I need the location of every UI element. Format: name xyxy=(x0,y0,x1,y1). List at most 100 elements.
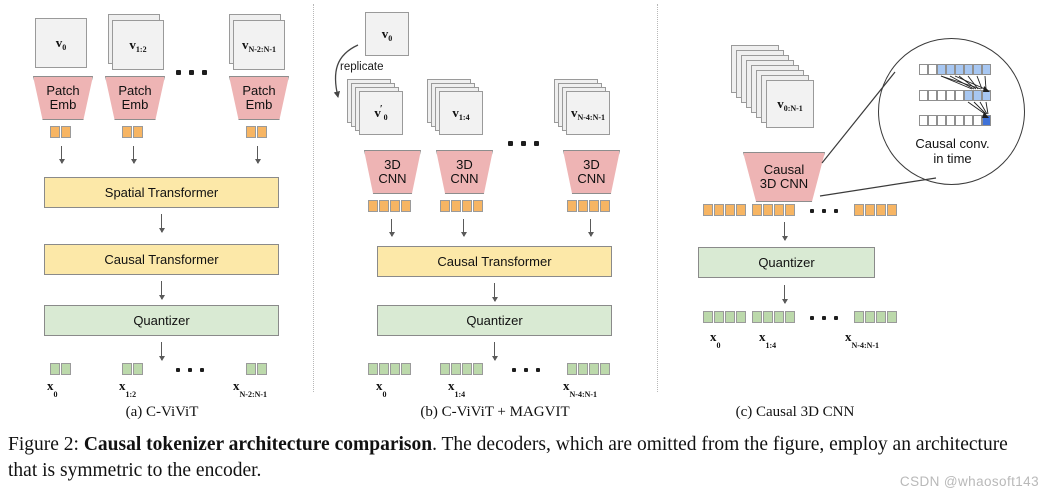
token xyxy=(462,363,472,375)
token-row-b-1 xyxy=(440,200,483,212)
ellipsis-a-inputs xyxy=(176,70,207,75)
token xyxy=(122,363,132,375)
replicate-label: replicate xyxy=(340,61,384,73)
arrow-a-quant-to-out xyxy=(161,342,163,360)
token xyxy=(854,204,864,216)
token xyxy=(440,200,450,212)
arrow-b-quant-to-out xyxy=(494,342,496,360)
output-token-row-b-1 xyxy=(440,363,483,375)
token xyxy=(736,204,746,216)
arrow-a-spatial-to-causal xyxy=(161,214,163,232)
arrow-c-quant-to-out xyxy=(784,285,786,303)
encoder-label-line1: 3D xyxy=(583,157,600,172)
token xyxy=(50,126,60,138)
output-token-row-b-0 xyxy=(368,363,411,375)
frame-label: vN-2:N-1 xyxy=(241,37,277,54)
inset-row-middle xyxy=(919,90,991,101)
ellipsis-b-inputs xyxy=(508,141,539,146)
inset-cell xyxy=(919,90,928,101)
token xyxy=(876,311,886,323)
token xyxy=(763,204,773,216)
output-label-b-0: x0 xyxy=(376,378,387,399)
token xyxy=(122,126,132,138)
inset-cell xyxy=(982,64,991,75)
inset-cell xyxy=(937,90,946,101)
token xyxy=(61,363,71,375)
token xyxy=(774,311,784,323)
encoder-3dcnn-b-0: 3D CNN xyxy=(364,150,421,194)
output-label-b-2: xN-4:N-1 xyxy=(563,378,598,399)
token xyxy=(451,200,461,212)
watermark: CSDN @whaosoft143 xyxy=(899,474,1039,489)
inset-cell xyxy=(928,90,937,101)
token-row-c-0 xyxy=(703,204,746,216)
ellipsis-c-outputs xyxy=(810,316,838,320)
token xyxy=(567,363,577,375)
inset-cell xyxy=(955,115,964,126)
inset-cell xyxy=(964,64,973,75)
token xyxy=(401,363,411,375)
token-row-c-2 xyxy=(854,204,897,216)
token xyxy=(725,204,735,216)
caption-bold: Causal tokenizer architecture comparison xyxy=(83,434,433,455)
inset-cell xyxy=(946,64,955,75)
token xyxy=(600,200,610,212)
inset-cell xyxy=(973,115,982,126)
arrow-a-causal-to-quant xyxy=(161,281,163,299)
token xyxy=(368,363,378,375)
token xyxy=(578,200,588,212)
encoder-label-line2: CNN xyxy=(450,171,479,186)
inset-caption: Causal conv. in time xyxy=(900,136,1005,166)
token xyxy=(61,126,71,138)
token xyxy=(390,200,400,212)
token xyxy=(246,126,256,138)
inset-cell xyxy=(964,90,973,101)
token xyxy=(379,200,389,212)
token xyxy=(257,126,267,138)
encoder-label-line1: Causal xyxy=(763,162,805,177)
inset-caption-line2: in time xyxy=(933,151,972,166)
ellipsis-a-outputs xyxy=(176,368,204,372)
token-row-b-0 xyxy=(368,200,411,212)
encoder-label-line2: CNN xyxy=(378,171,407,186)
token xyxy=(589,200,599,212)
token xyxy=(752,311,762,323)
module-spatial-transformer: Spatial Transformer xyxy=(44,177,279,208)
inset-cell xyxy=(946,115,955,126)
token xyxy=(473,363,483,375)
encoder-3dcnn-b-1: 3D CNN xyxy=(436,150,493,194)
inset-cell xyxy=(937,64,946,75)
token xyxy=(589,363,599,375)
token xyxy=(703,311,713,323)
token xyxy=(887,311,897,323)
inset-cell xyxy=(955,64,964,75)
token xyxy=(785,204,795,216)
inset-cell xyxy=(982,90,991,101)
inset-cell xyxy=(937,115,946,126)
inset-row-bottom xyxy=(919,115,991,126)
output-label-c-0: x0 xyxy=(710,329,721,350)
token xyxy=(473,200,483,212)
token xyxy=(578,363,588,375)
module-quantizer-c: Quantizer xyxy=(698,247,875,278)
inset-row-top xyxy=(919,64,991,75)
token xyxy=(462,200,472,212)
output-label-a-2: xN-2:N-1 xyxy=(233,378,268,399)
token xyxy=(714,311,724,323)
inset-cell xyxy=(919,115,928,126)
output-token-row-c-2 xyxy=(854,311,897,323)
token xyxy=(133,126,143,138)
patch-emb-label-line2: Emb xyxy=(245,97,273,112)
token xyxy=(865,204,875,216)
inset-cell xyxy=(955,90,964,101)
token xyxy=(257,363,267,375)
inset-cell xyxy=(928,115,937,126)
token xyxy=(50,363,60,375)
patch-emb-a-1: Patch Emb xyxy=(105,76,165,120)
token xyxy=(600,363,610,375)
token xyxy=(451,363,461,375)
output-token-row-a-1 xyxy=(122,363,143,375)
arrow-b-1 xyxy=(463,219,465,236)
token xyxy=(865,311,875,323)
patch-emb-label-line2: Emb xyxy=(121,97,149,112)
